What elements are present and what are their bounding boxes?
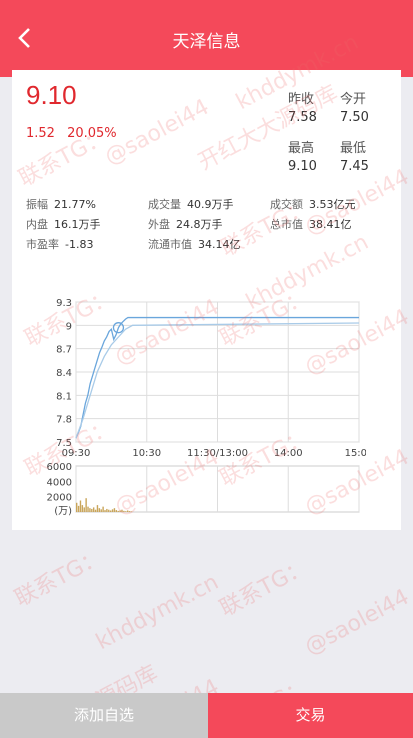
volume-bar xyxy=(126,510,129,512)
volume-bar xyxy=(87,506,89,512)
watermark-text: @saolei44 xyxy=(300,584,413,661)
stat-turnover: 成交额 3.53亿元 xyxy=(270,198,356,211)
volume-bar xyxy=(102,506,104,512)
prev-close-label: 昨收 xyxy=(288,92,315,107)
app-header: 天泽信息 xyxy=(0,0,413,77)
watermark-text: khddymk.cn xyxy=(92,569,223,656)
stat-inner-volume: 内盘 16.1万手 xyxy=(26,218,101,231)
time-tick-label: 09:30 xyxy=(62,448,91,459)
time-tick-label: 14:00 xyxy=(274,448,303,459)
volume-bar xyxy=(83,507,85,512)
stat-pe-ratio: 市盈率 -1.83 xyxy=(26,238,94,251)
watermark-text: 联系TG： xyxy=(10,544,108,612)
high-label: 最高 xyxy=(288,141,315,156)
volume-bar xyxy=(115,510,118,512)
page-title: 天泽信息 xyxy=(172,32,241,52)
volume-bar xyxy=(100,509,102,512)
volume-bar xyxy=(104,510,106,512)
low-label: 最低 xyxy=(340,141,367,156)
volume-tick-label: 4000 xyxy=(47,477,72,488)
price-tick-label: 8.1 xyxy=(56,391,72,402)
volume-bar xyxy=(109,510,112,512)
high-value: 9.10 xyxy=(288,159,317,174)
price-tick-label: 8.7 xyxy=(56,345,72,356)
open-label: 今开 xyxy=(340,92,367,107)
trade-button[interactable]: 交易 xyxy=(208,693,413,738)
volume-bar xyxy=(111,509,114,512)
volume-unit-label: (万) xyxy=(54,506,72,517)
volume-bar xyxy=(81,505,84,512)
price-tick-label: 9 xyxy=(66,321,72,332)
stats-row: 内盘 16.1万手 外盘 24.8万手 总市值 38.41亿 xyxy=(26,216,401,236)
volume-bar xyxy=(92,507,95,512)
stat-float-cap: 流通市值 34.14亿 xyxy=(148,238,241,251)
quote-panel: 9.10 1.52 20.05% 昨收 今开 7.58 7.50 最高 最低 9… xyxy=(12,70,401,530)
volume-bar xyxy=(119,510,121,512)
volume-bar xyxy=(94,509,97,512)
stats-row: 市盈率 -1.83 流通市值 34.14亿 xyxy=(26,236,401,256)
volume-bar xyxy=(89,508,91,512)
change-amount: 1.52 xyxy=(26,126,55,141)
volume-bar xyxy=(96,505,99,512)
volume-tick-label: 6000 xyxy=(47,462,72,473)
time-tick-label: 11:30/13:00 xyxy=(187,448,248,459)
volume-bar xyxy=(79,500,82,512)
volume-bar xyxy=(117,510,119,512)
volume-bar xyxy=(121,509,123,512)
volume-bar xyxy=(130,511,133,512)
add-to-watchlist-button[interactable]: 添加自选 xyxy=(0,693,208,738)
volume-bar xyxy=(85,498,87,512)
volume-bar xyxy=(128,511,131,512)
stat-outer-volume: 外盘 24.8万手 xyxy=(148,218,223,231)
volume-bar xyxy=(98,508,101,512)
watermark-text: 联系TG： xyxy=(215,554,313,622)
intraday-chart[interactable]: 9.3 9 8.7 8.4 8.1 7.8 7.5 09:30 10:30 11:30/13:00… xyxy=(16,292,374,522)
price-tick-label: 7.8 xyxy=(56,415,72,426)
volume-bar xyxy=(76,502,78,512)
stats-grid: 振幅 21.77% 成交量 40.9万手 成交额 3.53亿元 内盘 16.1万手 外盘… xyxy=(26,196,401,256)
time-tick-label: 15:00 xyxy=(345,448,366,459)
prev-close-value: 7.58 xyxy=(288,110,317,125)
price-tick-label: 9.3 xyxy=(56,298,72,309)
price-tick-label: 8.4 xyxy=(56,368,72,379)
volume-tick-label: 2000 xyxy=(47,493,72,504)
intraday-chart-svg: 9.398.78.48.17.87.509:30 10:30 11:30/13:00… xyxy=(47,298,374,517)
volume-bar xyxy=(106,508,108,512)
low-value: 7.45 xyxy=(340,159,369,174)
bottom-bar: 添加自选 交易 xyxy=(0,693,413,738)
volume-bar xyxy=(113,508,116,512)
current-price: 9.10 xyxy=(26,80,77,110)
time-tick-label: 10:30 xyxy=(132,448,161,459)
open-value: 7.50 xyxy=(340,110,369,125)
stat-market-cap: 总市值 38.41亿 xyxy=(270,218,352,231)
volume-bar xyxy=(123,510,125,512)
volume-bar xyxy=(91,508,93,512)
volume-bar xyxy=(108,509,110,512)
stat-volume: 成交量 40.9万手 xyxy=(148,198,234,211)
stat-amplitude: 振幅 21.77% xyxy=(26,198,96,211)
price-change: 1.52 20.05% xyxy=(26,126,125,141)
stats-row: 振幅 21.77% 成交量 40.9万手 成交额 3.53亿元 xyxy=(26,196,401,216)
change-percent: 20.05% xyxy=(67,126,117,141)
volume-bar xyxy=(125,511,127,512)
volume-bar xyxy=(77,505,80,512)
